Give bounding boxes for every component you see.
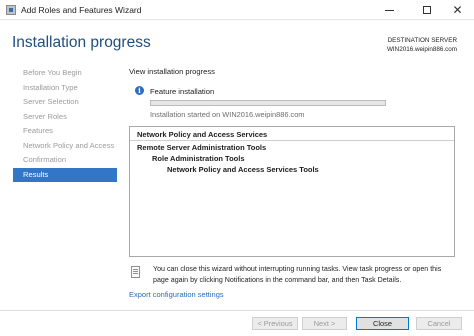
- previous-button[interactable]: < Previous: [252, 317, 298, 330]
- wizard-nav: Before You Begin Installation Type Serve…: [13, 66, 117, 182]
- installation-started-text: Installation started on WIN2016.weipin88…: [150, 110, 305, 119]
- close-window-button[interactable]: ✕: [444, 0, 471, 20]
- minimize-button[interactable]: [376, 0, 403, 20]
- nav-item-npas: Network Policy and Access Se...: [23, 140, 117, 150]
- list-item: Network Policy and Access Services Tools: [167, 165, 319, 174]
- list-item: Role Administration Tools: [152, 154, 245, 163]
- nav-item-server-roles: Server Roles: [23, 111, 67, 121]
- nav-item-results[interactable]: Results: [13, 167, 117, 182]
- cancel-button[interactable]: Cancel: [416, 317, 462, 330]
- list-item: Remote Server Administration Tools: [137, 143, 267, 152]
- export-configuration-link[interactable]: Export configuration settings: [129, 290, 224, 299]
- close-button[interactable]: Close: [356, 317, 409, 330]
- destination-label: DESTINATION SERVER: [387, 37, 457, 44]
- destination-server: DESTINATION SERVER WIN2016.weipin886.com: [387, 36, 457, 54]
- status-label: Feature installation: [150, 87, 215, 96]
- nav-item-server-selection: Server Selection: [23, 97, 79, 106]
- nav-item-confirmation: Confirmation: [23, 155, 67, 164]
- destination-server-name: WIN2016.weipin886.com: [386, 46, 457, 53]
- minimize-icon: [385, 9, 394, 11]
- server-manager-icon: [6, 5, 16, 15]
- notification-icon: [131, 266, 140, 278]
- page-title: Installation progress: [12, 34, 151, 51]
- close-icon: ✕: [452, 3, 463, 17]
- maximize-icon: [422, 6, 431, 14]
- nav-item-features: Features: [23, 126, 53, 135]
- info-note: You can close this wizard without interr…: [153, 265, 442, 284]
- nav-item-before-you-begin: Before You Begin: [23, 68, 82, 77]
- installation-progress-bar: [150, 100, 386, 106]
- results-list: Network Policy and Access Services Remot…: [129, 126, 455, 257]
- maximize-button[interactable]: [413, 0, 440, 20]
- next-button[interactable]: Next >: [302, 317, 347, 330]
- section-title: View installation progress: [129, 67, 215, 76]
- nav-item-installation-type: Installation Type: [23, 82, 78, 92]
- divider: [130, 140, 454, 141]
- info-icon: i: [135, 86, 144, 95]
- list-item: Network Policy and Access Services: [137, 130, 268, 139]
- title-bar: Add Roles and Features Wizard ✕: [0, 0, 474, 20]
- window-title: Add Roles and Features Wizard: [21, 5, 142, 15]
